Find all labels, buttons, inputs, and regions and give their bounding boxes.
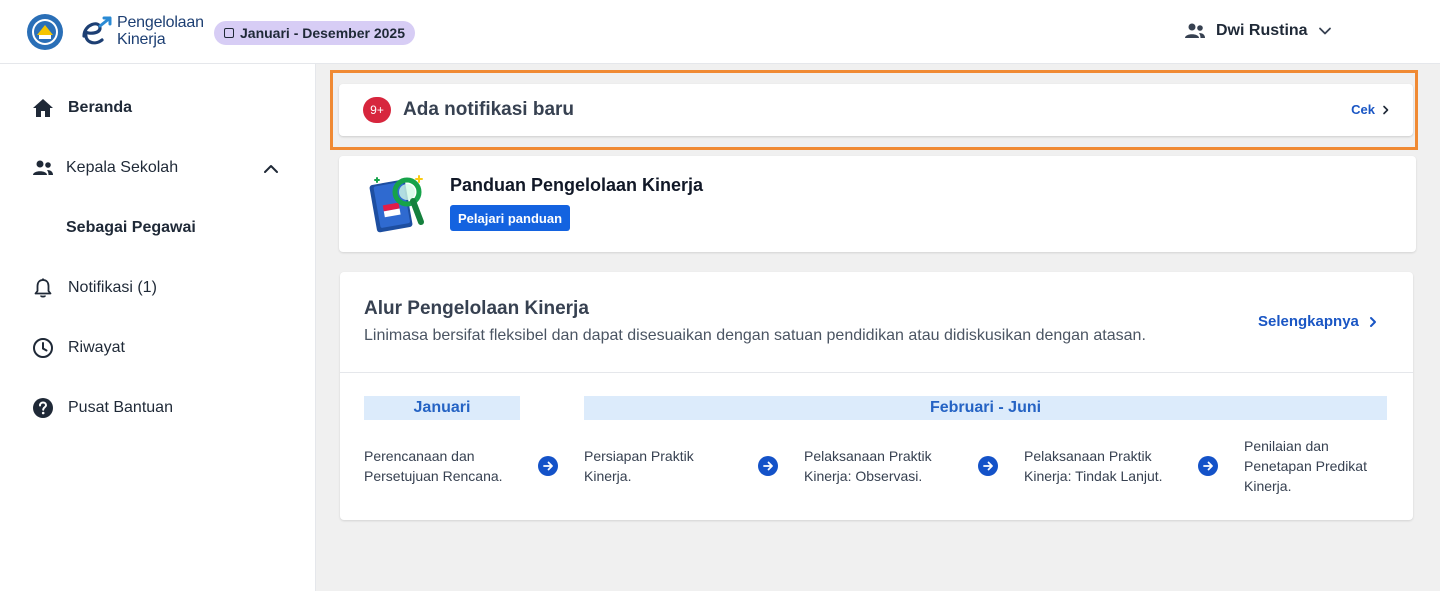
people-icon xyxy=(33,160,53,175)
sidebar: Beranda Kepala Sekolah Sebagai Pegawai N… xyxy=(0,64,316,591)
sidebar-item-label: Riwayat xyxy=(68,339,125,356)
sidebar-item-beranda[interactable]: Beranda xyxy=(32,95,132,121)
square-icon xyxy=(224,28,234,38)
check-notification-link[interactable]: Cek xyxy=(1351,102,1391,117)
arrow-right-icon xyxy=(1198,456,1218,476)
flow-step-line: Persiapan Praktik xyxy=(584,448,694,464)
sidebar-item-sebagai-pegawai[interactable]: Sebagai Pegawai xyxy=(66,215,196,241)
flow-step-line: Kinerja. xyxy=(584,468,632,484)
clock-icon xyxy=(33,338,53,358)
flow-step-4: Pelaksanaan Praktik Kinerja: Tindak Lanj… xyxy=(1024,446,1163,486)
flow-step-line: Persetujuan Rencana. xyxy=(364,468,503,484)
performance-flow-card: Alur Pengelolaan Kinerja Linimasa bersif… xyxy=(340,272,1413,520)
flow-step-1: Perencanaan dan Persetujuan Rencana. xyxy=(364,446,503,486)
see-more-link[interactable]: Selengkapnya xyxy=(1258,313,1379,330)
flow-step-line: Kinerja: Observasi. xyxy=(804,468,923,484)
tut-wuri-handayani-logo xyxy=(27,14,63,50)
see-more-label: Selengkapnya xyxy=(1258,313,1359,330)
chevron-down-icon xyxy=(1318,27,1331,35)
chevron-up-icon[interactable] xyxy=(262,160,280,178)
flow-step-line: Penetapan Predikat xyxy=(1244,458,1367,474)
help-icon xyxy=(33,398,53,418)
flow-subtitle: Linimasa bersifat fleksibel dan dapat di… xyxy=(364,327,1146,344)
top-header: Pengelolaan Kinerja Januari - Desember 2… xyxy=(0,0,1440,64)
check-link-label: Cek xyxy=(1351,102,1375,117)
notification-text: Ada notifikasi baru xyxy=(403,99,575,120)
user-name: Dwi Rustina xyxy=(1216,22,1308,39)
sidebar-item-pusat-bantuan[interactable]: Pusat Bantuan xyxy=(32,395,173,421)
arrow-right-icon xyxy=(978,456,998,476)
period-selector[interactable]: Januari - Desember 2025 xyxy=(214,21,415,45)
notification-count-badge: 9+ xyxy=(363,97,391,123)
flow-step-line: Kinerja: Tindak Lanjut. xyxy=(1024,468,1163,484)
phase-label-februari-juni: Februari - Juni xyxy=(584,396,1387,420)
chevron-right-icon xyxy=(1383,105,1389,114)
sidebar-item-kepala-sekolah[interactable]: Kepala Sekolah xyxy=(32,155,178,181)
sidebar-item-label: Beranda xyxy=(68,99,133,116)
chevron-right-icon xyxy=(1369,316,1376,327)
user-menu[interactable]: Dwi Rustina xyxy=(1184,18,1332,44)
sidebar-item-label: Kepala Sekolah xyxy=(66,159,179,176)
pengelolaan-kinerja-logo-icon xyxy=(82,16,112,45)
sidebar-item-riwayat[interactable]: Riwayat xyxy=(32,335,125,361)
brand-name: Pengelolaan Kinerja xyxy=(117,14,204,48)
flow-title: Alur Pengelolaan Kinerja xyxy=(364,298,589,319)
sidebar-item-label: Notifikasi (1) xyxy=(68,279,157,296)
flow-step-line: Perencanaan dan xyxy=(364,448,475,464)
flow-step-5: Penilaian dan Penetapan Predikat Kinerja… xyxy=(1244,436,1367,496)
brand-line-2: Kinerja xyxy=(117,31,166,48)
flow-step-2: Persiapan Praktik Kinerja. xyxy=(584,446,694,486)
home-icon xyxy=(33,99,53,117)
flow-step-line: Kinerja. xyxy=(1244,478,1292,494)
flow-step-line: Pelaksanaan Praktik xyxy=(804,448,932,464)
period-label: Januari - Desember 2025 xyxy=(240,25,405,41)
arrow-right-icon xyxy=(758,456,778,476)
notification-banner[interactable]: 9+ Ada notifikasi baru Cek xyxy=(339,84,1413,136)
flow-step-3: Pelaksanaan Praktik Kinerja: Observasi. xyxy=(804,446,932,486)
guide-title: Panduan Pengelolaan Kinerja xyxy=(450,175,704,195)
guide-book-illustration xyxy=(369,175,424,233)
guide-card: Panduan Pengelolaan Kinerja Pelajari pan… xyxy=(339,156,1416,252)
brand-line-1: Pengelolaan xyxy=(117,14,204,31)
phase-label-januari: Januari xyxy=(364,396,520,420)
bell-icon xyxy=(34,278,52,298)
divider xyxy=(340,372,1413,373)
flow-step-line: Penilaian dan xyxy=(1244,438,1329,454)
sidebar-item-notifikasi[interactable]: Notifikasi (1) xyxy=(32,275,157,301)
flow-step-line: Pelaksanaan Praktik xyxy=(1024,448,1152,464)
sidebar-item-label: Pusat Bantuan xyxy=(68,399,173,416)
arrow-right-icon xyxy=(538,456,558,476)
learn-guide-button[interactable]: Pelajari panduan xyxy=(450,205,571,231)
sidebar-item-label: Sebagai Pegawai xyxy=(66,219,196,236)
people-icon xyxy=(1185,23,1205,38)
